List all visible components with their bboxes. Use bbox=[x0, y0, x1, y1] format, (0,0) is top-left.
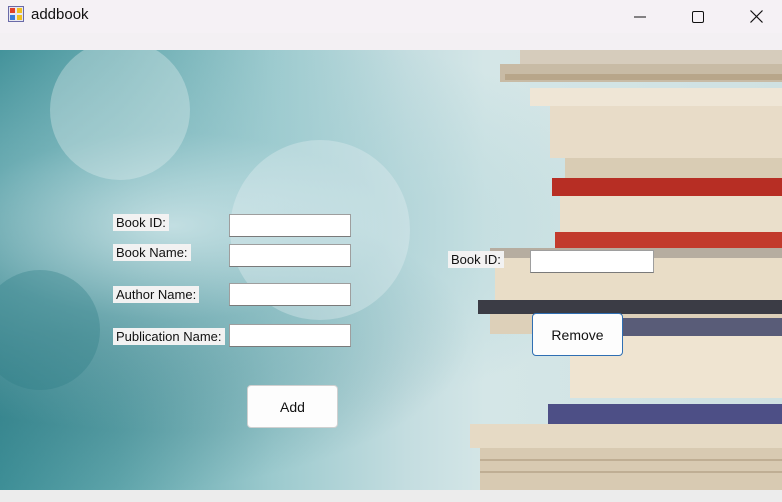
publication-name-label: Publication Name: bbox=[113, 328, 225, 345]
books-background-image bbox=[0, 50, 782, 490]
book-name-input[interactable] bbox=[229, 244, 351, 267]
bottom-edge bbox=[0, 490, 782, 502]
remove-book-id-input[interactable] bbox=[530, 250, 654, 273]
book-id-input[interactable] bbox=[229, 214, 351, 237]
remove-button[interactable]: Remove bbox=[532, 313, 623, 356]
maximize-icon bbox=[692, 10, 704, 23]
minimize-icon bbox=[634, 16, 646, 17]
publication-name-input[interactable] bbox=[229, 324, 351, 347]
close-button[interactable] bbox=[727, 0, 782, 33]
window-title: addbook bbox=[31, 6, 89, 23]
add-button[interactable]: Add bbox=[247, 385, 338, 428]
form-client-area: Book ID: Book Name: Author Name: Publica… bbox=[0, 50, 782, 490]
book-name-label: Book Name: bbox=[113, 244, 191, 261]
author-name-label: Author Name: bbox=[113, 286, 200, 303]
title-bar: addbook bbox=[0, 0, 782, 33]
book-id-label: Book ID: bbox=[113, 214, 169, 231]
remove-book-id-label: Book ID: bbox=[448, 251, 504, 268]
close-icon bbox=[749, 10, 763, 23]
app-form-icon bbox=[8, 6, 24, 22]
menu-strip bbox=[0, 33, 782, 50]
minimize-button[interactable] bbox=[611, 0, 669, 33]
maximize-button[interactable] bbox=[669, 0, 727, 33]
author-name-input[interactable] bbox=[229, 283, 351, 306]
